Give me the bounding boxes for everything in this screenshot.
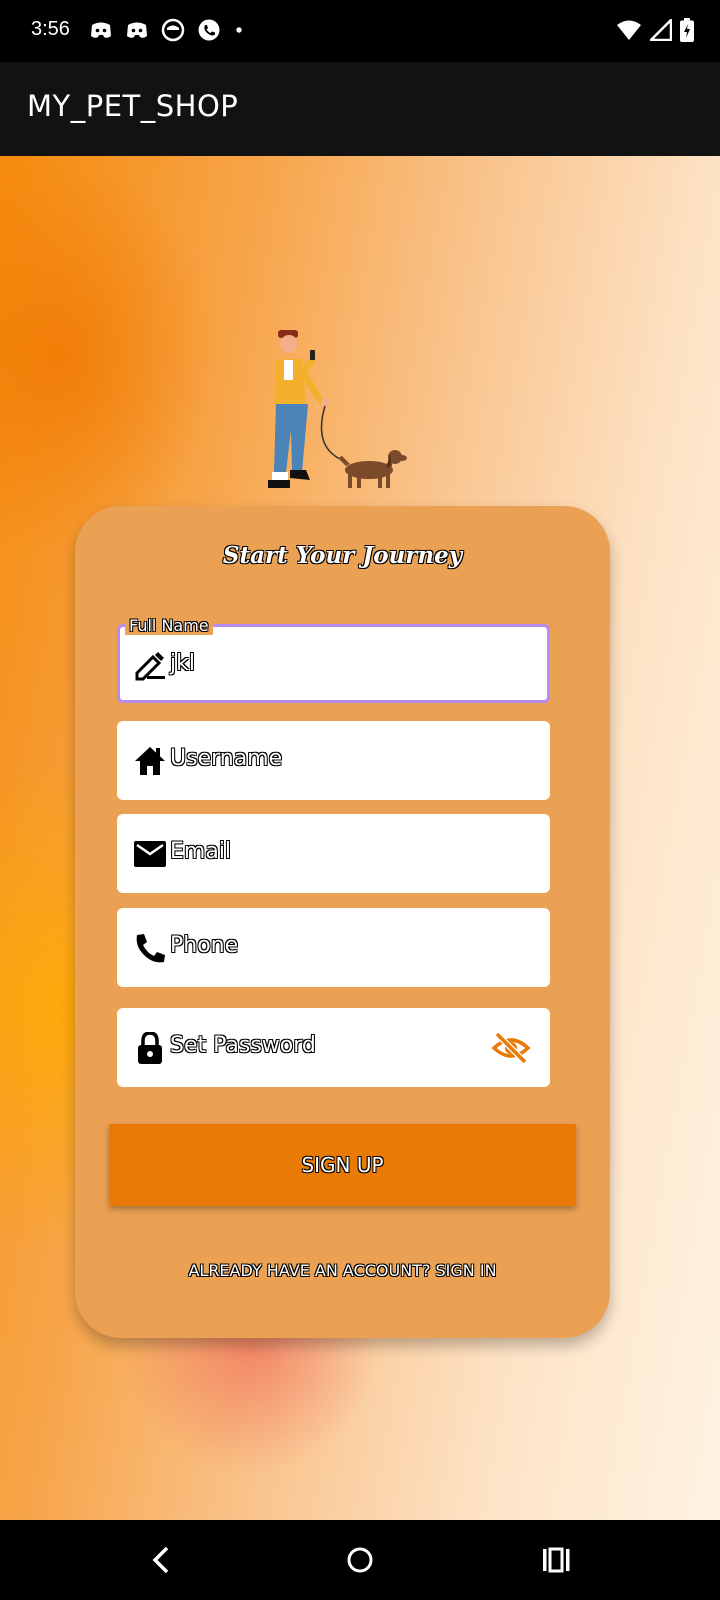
signal-icon	[650, 19, 672, 41]
wifi-icon	[617, 20, 641, 40]
signup-button[interactable]: SIGN UP	[109, 1124, 576, 1206]
phone-placeholder: Phone	[170, 933, 239, 958]
app-title: MY_PET_SHOP	[27, 89, 239, 123]
signup-card: Start Your Journey Full Name jkl Usernam…	[75, 506, 610, 1338]
phone-field[interactable]: Phone	[117, 908, 550, 987]
navigation-bar	[0, 1520, 720, 1600]
status-bar: 3:56	[0, 0, 720, 62]
dot-icon	[236, 27, 242, 33]
home-circle-icon[interactable]	[338, 1540, 382, 1580]
email-icon	[134, 841, 166, 867]
notification-icons	[88, 17, 246, 43]
username-placeholder: Username	[170, 746, 283, 771]
back-icon[interactable]	[140, 1540, 184, 1580]
app-bar: MY_PET_SHOP	[0, 62, 720, 156]
password-field[interactable]: Set Password	[117, 1008, 550, 1087]
eye-off-icon[interactable]	[492, 1030, 530, 1066]
man-walking-dog-illustration	[268, 330, 407, 488]
home-icon	[135, 747, 165, 775]
full-name-label: Full Name	[125, 616, 213, 635]
viber-icon	[198, 19, 220, 41]
discord-icon	[91, 22, 111, 38]
recents-icon[interactable]	[534, 1540, 578, 1580]
full-name-value: jkl	[170, 651, 195, 676]
form-title: Start Your Journey	[222, 542, 463, 569]
full-name-field[interactable]: jkl	[117, 624, 550, 703]
lock-icon	[138, 1032, 162, 1064]
password-placeholder: Set Password	[170, 1033, 316, 1058]
username-field[interactable]: Username	[117, 721, 550, 800]
phone-icon	[136, 934, 165, 963]
battery-charging-icon	[680, 18, 694, 42]
pencil-icon	[135, 652, 165, 681]
signin-link[interactable]: ALREADY HAVE AN ACCOUNT? SIGN IN	[75, 1261, 610, 1280]
email-placeholder: Email	[170, 839, 232, 864]
messenger-icon	[161, 18, 185, 42]
discord-icon	[127, 22, 147, 38]
system-icons	[616, 18, 694, 42]
email-field[interactable]: Email	[117, 814, 550, 893]
status-time: 3:56	[31, 18, 70, 40]
